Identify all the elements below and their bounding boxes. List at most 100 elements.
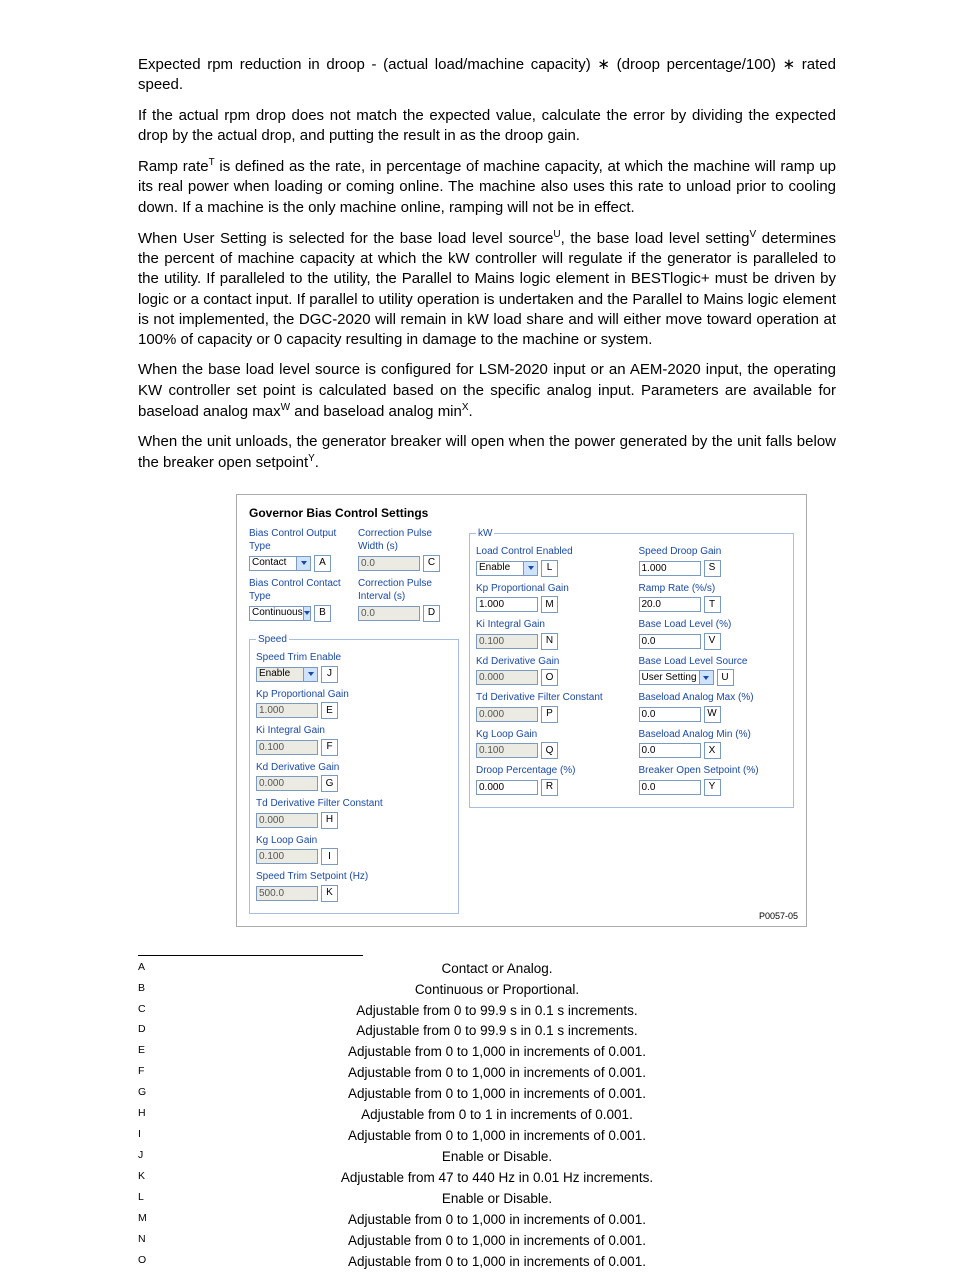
kw-kp-input[interactable]: 1.000 bbox=[476, 597, 538, 612]
letter-c-marker: C bbox=[423, 555, 440, 572]
footnote-letter: N bbox=[138, 1231, 158, 1252]
speed-kd-input[interactable]: 0.000 bbox=[256, 776, 318, 791]
footnote-desc: Adjustable from 0 to 99.9 s in 0.1 s inc… bbox=[158, 1001, 836, 1022]
letter-h-marker: H bbox=[321, 812, 338, 829]
speed-ki-input[interactable]: 0.100 bbox=[256, 740, 318, 755]
footnote-letter: J bbox=[138, 1147, 158, 1168]
droop-percentage-input[interactable]: 0.000 bbox=[476, 780, 538, 795]
kw-legend: kW bbox=[476, 527, 494, 541]
speed-kd-label: Kd Derivative Gain bbox=[256, 761, 452, 775]
footnote-desc: Adjustable from 0 to 1,000 in increments… bbox=[158, 1126, 836, 1147]
figure-title: Governor Bias Control Settings bbox=[249, 505, 794, 521]
footnote-desc: Adjustable from 0 to 1,000 in increments… bbox=[158, 1063, 836, 1084]
ramp-rate-label: Ramp Rate (%/s) bbox=[639, 582, 788, 596]
speed-kg-input[interactable]: 0.100 bbox=[256, 849, 318, 864]
footnote-desc: Adjustable from 0 to 1 in increments of … bbox=[158, 1105, 836, 1126]
base-load-level-input[interactable]: 0.0 bbox=[639, 634, 701, 649]
baseload-analog-min-label: Baseload Analog Min (%) bbox=[639, 728, 788, 742]
pulse-width-input[interactable]: 0.0 bbox=[358, 556, 420, 571]
letter-v-marker: V bbox=[704, 633, 721, 650]
footnote-letter: D bbox=[138, 1021, 158, 1042]
bias-output-type-label: Bias Control Output Type bbox=[249, 527, 350, 554]
footnote-desc: Adjustable from 0 to 1,000 in increments… bbox=[158, 1042, 836, 1063]
bias-contact-type-select[interactable]: Continuous bbox=[249, 606, 311, 621]
speed-ki-label: Ki Integral Gain bbox=[256, 724, 452, 738]
footnote-desc: Adjustable from 0 to 99.9 s in 0.1 s inc… bbox=[158, 1021, 836, 1042]
speed-kp-input[interactable]: 1.000 bbox=[256, 703, 318, 718]
speed-kg-label: Kg Loop Gain bbox=[256, 834, 452, 848]
footnote-letter: A bbox=[138, 959, 158, 980]
footnote-desc: Enable or Disable. bbox=[158, 1147, 836, 1168]
speed-kp-label: Kp Proportional Gain bbox=[256, 688, 452, 702]
breaker-open-setpoint-input[interactable]: 0.0 bbox=[639, 780, 701, 795]
letter-f-marker: F bbox=[321, 739, 338, 756]
letter-i-marker: I bbox=[321, 848, 338, 865]
footnote-letter: F bbox=[138, 1063, 158, 1084]
chevron-down-icon bbox=[523, 562, 537, 575]
ramp-rate-input[interactable]: 20.0 bbox=[639, 597, 701, 612]
baseload-analog-max-label: Baseload Analog Max (%) bbox=[639, 691, 788, 705]
letter-t-marker: T bbox=[704, 596, 721, 613]
speed-td-label: Td Derivative Filter Constant bbox=[256, 797, 452, 811]
footnote-letter: B bbox=[138, 980, 158, 1001]
footnote-desc: Adjustable from 0 to 1,000 in increments… bbox=[158, 1252, 836, 1273]
speed-td-input[interactable]: 0.000 bbox=[256, 813, 318, 828]
speed-trim-enable-label: Speed Trim Enable bbox=[256, 651, 452, 665]
footnotes: AContact or Analog. BContinuous or Propo… bbox=[138, 959, 836, 1273]
footnote-letter: O bbox=[138, 1252, 158, 1273]
load-control-enabled-label: Load Control Enabled bbox=[476, 545, 625, 559]
chevron-down-icon bbox=[303, 668, 317, 681]
base-load-level-label: Base Load Level (%) bbox=[639, 618, 788, 632]
kw-kp-label: Kp Proportional Gain bbox=[476, 582, 625, 596]
baseload-analog-min-input[interactable]: 0.0 bbox=[639, 743, 701, 758]
letter-n-marker: N bbox=[541, 633, 558, 650]
load-control-enabled-select[interactable]: Enable bbox=[476, 561, 538, 576]
letter-p-marker: P bbox=[541, 706, 558, 723]
paragraph-6: When the unit unloads, the generator bre… bbox=[138, 432, 836, 474]
paragraph-2: If the actual rpm drop does not match th… bbox=[138, 106, 836, 147]
kw-ki-label: Ki Integral Gain bbox=[476, 618, 625, 632]
footnote-desc: Contact or Analog. bbox=[158, 959, 836, 980]
letter-m-marker: M bbox=[541, 596, 558, 613]
letter-e-marker: E bbox=[321, 702, 338, 719]
letter-d-marker: D bbox=[423, 605, 440, 622]
breaker-open-setpoint-label: Breaker Open Setpoint (%) bbox=[639, 764, 788, 778]
footnote-separator bbox=[138, 955, 363, 956]
letter-u-marker: U bbox=[717, 669, 734, 686]
letter-a-marker: A bbox=[314, 555, 331, 572]
kw-ki-input[interactable]: 0.100 bbox=[476, 634, 538, 649]
speed-droop-gain-label: Speed Droop Gain bbox=[639, 545, 788, 559]
footnote-letter: H bbox=[138, 1105, 158, 1126]
kw-kd-input[interactable]: 0.000 bbox=[476, 670, 538, 685]
speed-group: Speed Speed Trim Enable EnableJ Kp Propo… bbox=[249, 633, 459, 914]
paragraph-3: Ramp rateT is defined as the rate, in pe… bbox=[138, 156, 836, 218]
droop-percentage-label: Droop Percentage (%) bbox=[476, 764, 625, 778]
chevron-down-icon bbox=[303, 607, 310, 620]
footnote-letter: G bbox=[138, 1084, 158, 1105]
base-load-source-select[interactable]: User Setting bbox=[639, 670, 714, 685]
speed-droop-gain-input[interactable]: 1.000 bbox=[639, 561, 701, 576]
footnote-letter: K bbox=[138, 1168, 158, 1189]
footnote-letter: I bbox=[138, 1126, 158, 1147]
speed-trim-enable-select[interactable]: Enable bbox=[256, 667, 318, 682]
footnote-desc: Enable or Disable. bbox=[158, 1189, 836, 1210]
footnote-desc: Adjustable from 0 to 1,000 in increments… bbox=[158, 1210, 836, 1231]
paragraph-4: When User Setting is selected for the ba… bbox=[138, 228, 836, 351]
kw-td-input[interactable]: 0.000 bbox=[476, 707, 538, 722]
governor-settings-figure: Governor Bias Control Settings Bias Cont… bbox=[236, 494, 807, 927]
letter-y-marker: Y bbox=[704, 779, 721, 796]
pulse-width-label: Correction Pulse Width (s) bbox=[358, 527, 459, 554]
kw-kg-label: Kg Loop Gain bbox=[476, 728, 625, 742]
letter-x-marker: X bbox=[704, 742, 721, 759]
chevron-down-icon bbox=[296, 557, 310, 570]
pulse-interval-input[interactable]: 0.0 bbox=[358, 606, 420, 621]
bias-output-type-select[interactable]: Contact bbox=[249, 556, 311, 571]
speed-setpoint-input[interactable]: 500.0 bbox=[256, 886, 318, 901]
kw-group: kW Load Control Enabled EnableL Kp Propo… bbox=[469, 527, 794, 808]
speed-legend: Speed bbox=[256, 633, 289, 647]
letter-j-marker: J bbox=[321, 666, 338, 683]
baseload-analog-max-input[interactable]: 0.0 bbox=[639, 707, 701, 722]
footnote-letter: M bbox=[138, 1210, 158, 1231]
kw-kg-input[interactable]: 0.100 bbox=[476, 743, 538, 758]
letter-q-marker: Q bbox=[541, 742, 558, 759]
